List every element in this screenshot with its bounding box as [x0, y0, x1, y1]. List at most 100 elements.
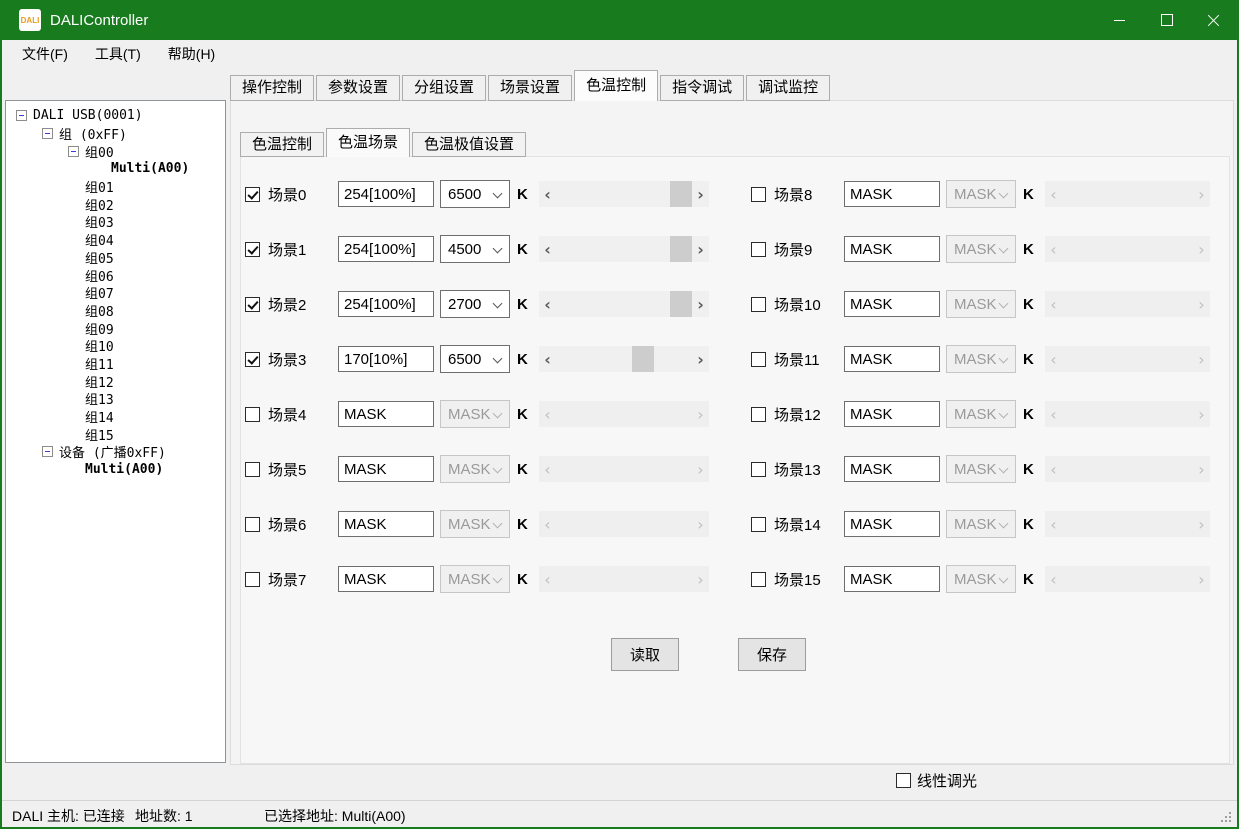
scene-checkbox[interactable]	[751, 187, 766, 202]
subtab-color-temp-scene[interactable]: 色温场景	[326, 128, 410, 157]
tree-item[interactable]: 组00	[6, 142, 225, 160]
scroll-right-icon[interactable]	[1193, 566, 1210, 592]
scene-kelvin-select[interactable]: MASK	[946, 180, 1016, 208]
scene-checkbox[interactable]	[751, 517, 766, 532]
scene-checkbox[interactable]	[751, 572, 766, 587]
scroll-left-icon[interactable]	[1045, 181, 1062, 207]
scene-kelvin-select[interactable]: MASK	[440, 400, 510, 428]
scene-level-input[interactable]	[844, 511, 940, 537]
tree-item[interactable]: 组08	[6, 302, 225, 320]
scroll-left-icon[interactable]	[539, 291, 556, 317]
scene-level-input[interactable]	[338, 401, 434, 427]
tab-grouping-settings[interactable]: 分组设置	[402, 75, 486, 101]
scene-level-input[interactable]	[844, 291, 940, 317]
scene-kelvin-select[interactable]: MASK	[440, 510, 510, 538]
scene-level-input[interactable]	[338, 346, 434, 372]
scene-level-input[interactable]	[844, 181, 940, 207]
collapse-icon[interactable]	[68, 146, 79, 157]
tree-item[interactable]: 组02	[6, 195, 225, 213]
collapse-icon[interactable]	[16, 110, 27, 121]
scroll-right-icon[interactable]	[692, 236, 709, 262]
tab-debug-monitor[interactable]: 调试监控	[746, 75, 830, 101]
tab-operation-control[interactable]: 操作控制	[230, 75, 314, 101]
tree-item[interactable]: 组07	[6, 284, 225, 302]
scroll-right-icon[interactable]	[1193, 181, 1210, 207]
scene-level-input[interactable]	[844, 236, 940, 262]
scene-level-scrollbar[interactable]	[539, 456, 709, 482]
save-button[interactable]: 保存	[738, 638, 806, 671]
scroll-right-icon[interactable]	[1193, 346, 1210, 372]
menu-item-file[interactable]: 文件(F)	[12, 40, 78, 68]
scene-checkbox[interactable]	[245, 407, 260, 422]
scene-checkbox[interactable]	[245, 187, 260, 202]
scroll-right-icon[interactable]	[1193, 236, 1210, 262]
scroll-left-icon[interactable]	[1045, 456, 1062, 482]
scene-kelvin-select[interactable]: MASK	[946, 345, 1016, 373]
tree-item[interactable]: 组15	[6, 425, 225, 443]
maximize-button[interactable]	[1143, 0, 1190, 40]
collapse-icon[interactable]	[42, 446, 53, 457]
scene-checkbox[interactable]	[245, 462, 260, 477]
tab-parameter-settings[interactable]: 参数设置	[316, 75, 400, 101]
scene-kelvin-select[interactable]: MASK	[946, 565, 1016, 593]
scene-kelvin-select[interactable]: MASK	[440, 565, 510, 593]
scene-level-scrollbar[interactable]	[539, 291, 709, 317]
scroll-left-icon[interactable]	[1045, 401, 1062, 427]
scene-level-input[interactable]	[844, 346, 940, 372]
menu-item-tools[interactable]: 工具(T)	[85, 40, 151, 68]
scene-kelvin-select[interactable]: 2700	[440, 290, 510, 318]
tree-item[interactable]: 组04	[6, 231, 225, 249]
scene-level-scrollbar[interactable]	[1045, 181, 1210, 207]
scroll-left-icon[interactable]	[1045, 566, 1062, 592]
scene-checkbox[interactable]	[751, 407, 766, 422]
scene-level-scrollbar[interactable]	[1045, 291, 1210, 317]
scene-level-input[interactable]	[338, 566, 434, 592]
scene-kelvin-select[interactable]: 6500	[440, 345, 510, 373]
tree-item[interactable]: 组14	[6, 408, 225, 426]
subtab-color-temp-control[interactable]: 色温控制	[240, 132, 324, 157]
scene-level-scrollbar[interactable]	[539, 511, 709, 537]
scene-checkbox[interactable]	[751, 297, 766, 312]
tree-item[interactable]: 组13	[6, 390, 225, 408]
tree-item[interactable]: Multi(A00)	[6, 461, 225, 479]
tree-item[interactable]: 组12	[6, 372, 225, 390]
read-button[interactable]: 读取	[611, 638, 679, 671]
scroll-right-icon[interactable]	[1193, 401, 1210, 427]
scene-level-input[interactable]	[844, 566, 940, 592]
scroll-right-icon[interactable]	[692, 511, 709, 537]
scroll-right-icon[interactable]	[1193, 511, 1210, 537]
scene-level-scrollbar[interactable]	[539, 566, 709, 592]
tree-item[interactable]: DALI USB(0001)	[6, 107, 225, 125]
scene-level-input[interactable]	[338, 511, 434, 537]
scene-level-scrollbar[interactable]	[1045, 511, 1210, 537]
tree-item[interactable]: 组06	[6, 266, 225, 284]
scene-level-scrollbar[interactable]	[1045, 566, 1210, 592]
scroll-right-icon[interactable]	[1193, 456, 1210, 482]
scroll-left-icon[interactable]	[539, 181, 556, 207]
scene-level-input[interactable]	[338, 181, 434, 207]
scroll-left-icon[interactable]	[1045, 511, 1062, 537]
device-tree[interactable]: DALI USB(0001)组 (0xFF)组00Multi(A00)组01组0…	[5, 100, 226, 763]
scene-checkbox[interactable]	[751, 242, 766, 257]
scene-checkbox[interactable]	[751, 352, 766, 367]
scroll-right-icon[interactable]	[692, 181, 709, 207]
scene-checkbox[interactable]	[245, 517, 260, 532]
scene-kelvin-select[interactable]: MASK	[946, 510, 1016, 538]
scroll-left-icon[interactable]	[539, 511, 556, 537]
scene-level-input[interactable]	[844, 401, 940, 427]
tree-item[interactable]: 组01	[6, 178, 225, 196]
scene-level-input[interactable]	[338, 236, 434, 262]
tree-item[interactable]: Multi(A00)	[6, 160, 225, 178]
scroll-right-icon[interactable]	[692, 346, 709, 372]
scroll-thumb[interactable]	[632, 346, 654, 372]
scene-checkbox[interactable]	[245, 352, 260, 367]
scroll-right-icon[interactable]	[692, 401, 709, 427]
scene-checkbox[interactable]	[245, 572, 260, 587]
scene-checkbox[interactable]	[245, 242, 260, 257]
scene-kelvin-select[interactable]: MASK	[946, 400, 1016, 428]
scene-level-scrollbar[interactable]	[539, 346, 709, 372]
scene-level-scrollbar[interactable]	[1045, 346, 1210, 372]
scene-kelvin-select[interactable]: 6500	[440, 180, 510, 208]
linear-dimming-checkbox[interactable]	[896, 773, 911, 788]
scene-level-input[interactable]	[338, 291, 434, 317]
